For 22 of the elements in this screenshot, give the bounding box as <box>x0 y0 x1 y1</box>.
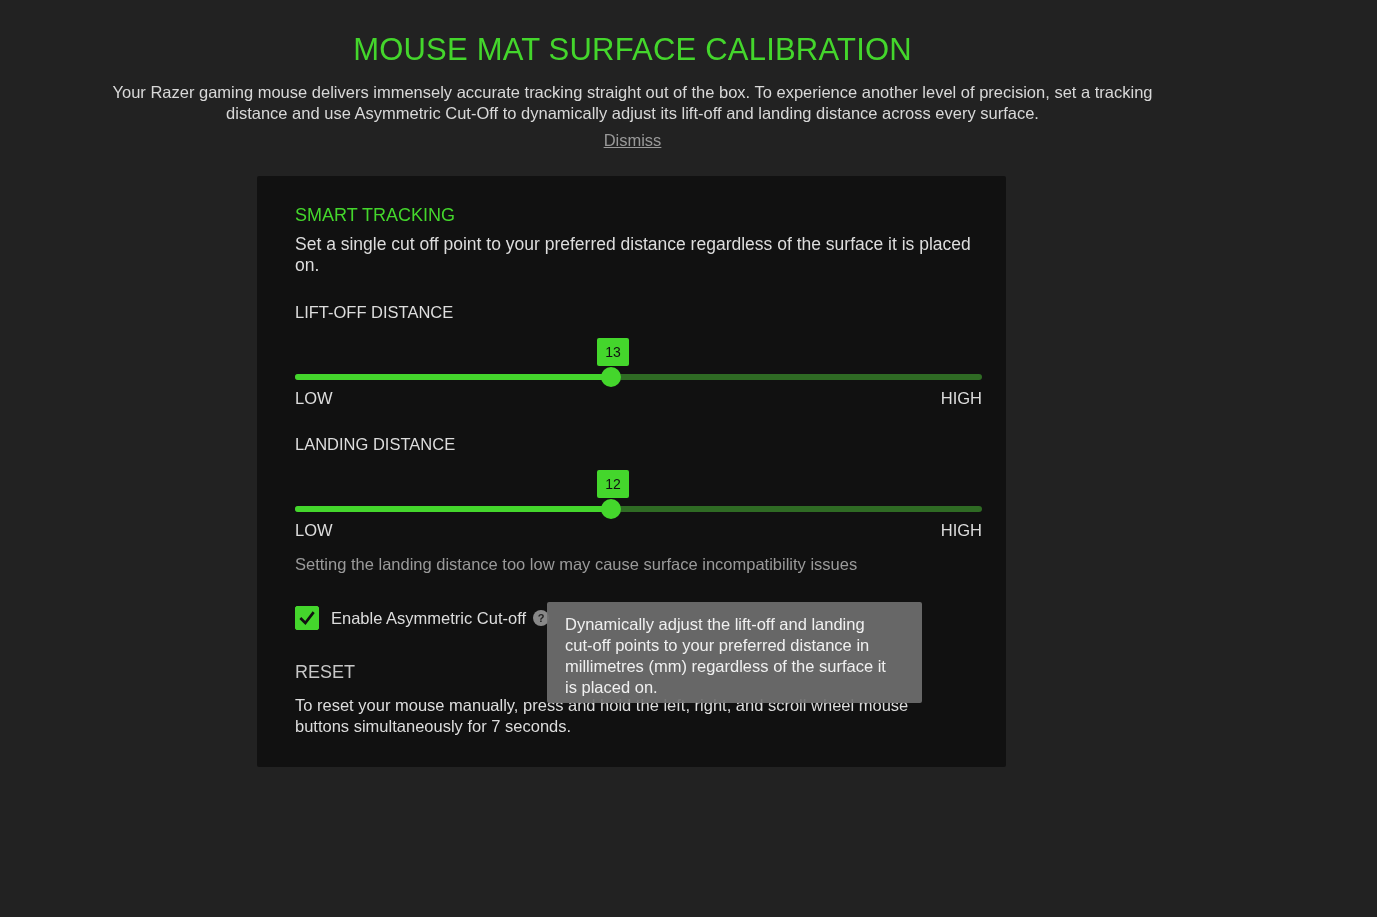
checkbox-label: Enable Asymmetric Cut-off <box>331 608 527 628</box>
slider-label: LANDING DISTANCE <box>295 434 457 454</box>
dismiss-link[interactable]: Dismiss <box>603 130 662 151</box>
slider-label: LIFT-OFF DISTANCE <box>295 302 455 322</box>
section-heading: SMART TRACKING <box>295 204 457 226</box>
slider-thumb[interactable] <box>601 499 621 519</box>
slider-thumb[interactable] <box>601 367 621 387</box>
intro-text: Your Razer gaming mouse delivers immensely accurate tracking straight out of the box. To experience another level of precision, set a tracking distance and use Asymmetric Cut-Off to dynamically adjust its lift-off and landing distance across every surface. <box>111 82 1154 124</box>
slider-value: 12 <box>597 470 629 498</box>
slider-track[interactable] <box>295 499 982 519</box>
warning-text: Setting the landing distance too low may cause surface incompatibility issues <box>295 554 859 575</box>
tooltip: Dynamically adjust the lift-off and landing cut-off points to your preferred distance in millimetres (mm) regardless of the surface it is placed on. <box>547 602 923 703</box>
high-label: HIGH <box>940 388 982 408</box>
page-title: MOUSE MAT SURFACE CALIBRATION <box>353 31 912 69</box>
slider-value: 13 <box>597 338 629 366</box>
high-label: HIGH <box>940 520 982 540</box>
slider-track[interactable] <box>295 367 982 387</box>
checkbox[interactable] <box>295 606 319 630</box>
section-description: Set a single cut off point to your preferred distance regardless of the surface it is placed on. <box>295 234 972 276</box>
low-label: LOW <box>295 520 333 540</box>
reset-heading: RESET <box>295 661 355 683</box>
low-label: LOW <box>295 388 333 408</box>
